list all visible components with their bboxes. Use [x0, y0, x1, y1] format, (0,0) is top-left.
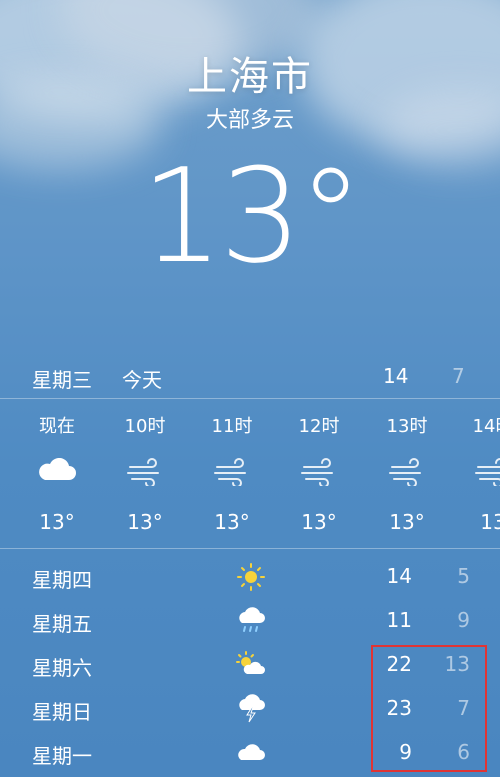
hour-label: 14时 — [472, 416, 500, 437]
cloud-icon — [236, 738, 266, 768]
hour-item: 11时 13° — [187, 400, 277, 546]
daily-weekday: 星期日 — [32, 700, 92, 724]
current-temperature: 13° — [140, 140, 363, 292]
annotation-highlight-box — [371, 645, 487, 772]
today-label: 今天 — [122, 368, 162, 392]
hour-item: 现在 13° — [12, 400, 102, 546]
hour-label: 12时 — [298, 416, 340, 437]
today-high: 14 — [383, 364, 409, 388]
daily-low: 5 — [457, 564, 470, 588]
today-weekday: 星期三 — [32, 368, 92, 392]
thunderstorm-icon — [236, 694, 266, 724]
daily-row: 星期五 11 9 — [0, 600, 500, 640]
today-low: 7 — [452, 364, 465, 388]
daily-high: 11 — [386, 608, 412, 632]
hour-item: 10时 13° — [100, 400, 190, 546]
divider-top — [0, 398, 500, 399]
cloud-icon — [12, 457, 102, 486]
daily-weekday: 星期六 — [32, 656, 92, 680]
sun-icon — [236, 562, 266, 592]
hour-temp: 13° — [389, 510, 425, 534]
weather-condition: 大部多云 — [205, 108, 294, 133]
daily-row: 星期四 14 5 — [0, 556, 500, 596]
hour-temp: 13° — [301, 510, 337, 534]
partly-sunny-icon — [236, 650, 266, 680]
hour-temp: 13° — [39, 510, 75, 534]
current-weather-header: 上海市 大部多云 13° — [0, 0, 500, 360]
hour-temp: 13° — [214, 510, 250, 534]
daily-low: 9 — [457, 608, 470, 632]
hour-label: 13时 — [386, 416, 428, 437]
daily-high: 14 — [386, 564, 412, 588]
hourly-forecast-strip[interactable]: 现在 13° 10时 13° 11时 13° 12时 13° 13时 13° 1… — [0, 400, 500, 546]
hour-temp: 13° — [127, 510, 163, 534]
city-name: 上海市 — [187, 54, 313, 100]
hour-temp: 13 — [480, 510, 500, 534]
hour-label: 11时 — [211, 416, 253, 437]
wind-icon — [187, 458, 277, 488]
rain-cloud-icon — [236, 606, 266, 636]
divider-bottom — [0, 548, 500, 549]
daily-weekday: 星期一 — [32, 744, 92, 768]
wind-icon — [274, 458, 364, 488]
hour-item: 14时 13 — [448, 400, 500, 546]
wind-icon — [448, 458, 500, 488]
hour-label: 10时 — [124, 416, 166, 437]
daily-weekday: 星期五 — [32, 612, 92, 636]
today-summary-row: 星期三 今天 14 7 — [0, 360, 500, 394]
hour-item: 13时 13° — [362, 400, 452, 546]
wind-icon — [362, 458, 452, 488]
wind-icon — [100, 458, 190, 488]
daily-weekday: 星期四 — [32, 568, 92, 592]
hour-label: 现在 — [39, 416, 75, 437]
hour-item: 12时 13° — [274, 400, 364, 546]
